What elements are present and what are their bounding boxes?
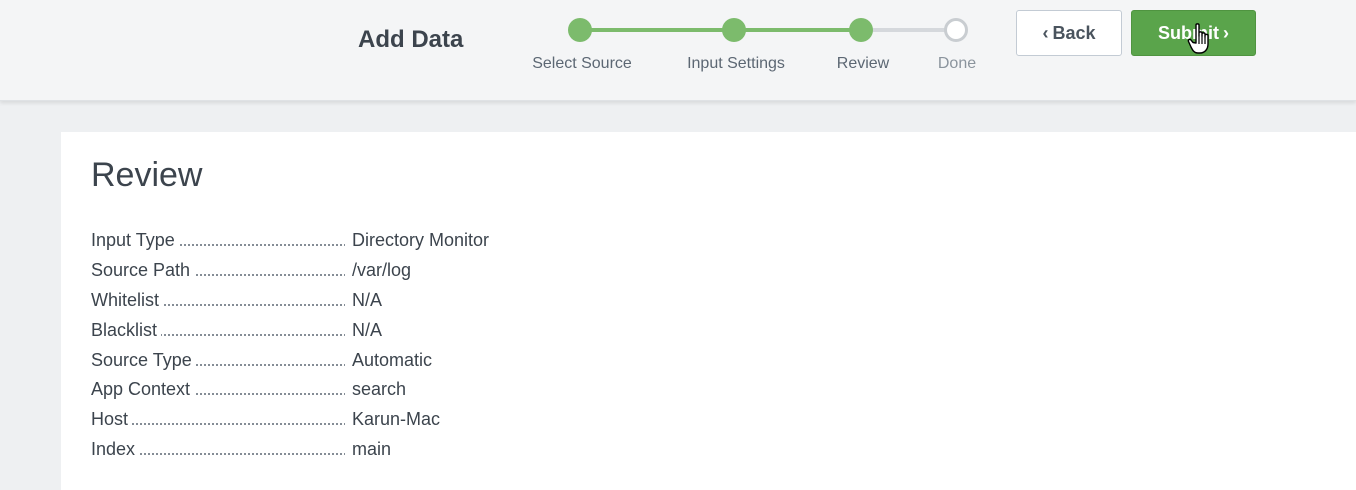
review-row-source-type: Source Type Automatic	[91, 348, 691, 378]
review-value: Directory Monitor	[352, 230, 490, 250]
review-value: N/A	[352, 319, 383, 340]
review-row-app-context: App Context search	[91, 377, 691, 407]
review-key: App Context	[91, 377, 347, 401]
step-indicator-select-source	[568, 18, 592, 42]
chevron-left-icon: ‹	[1042, 22, 1049, 43]
review-row-index: Index main	[91, 437, 691, 467]
review-value: Karun-Mac	[352, 409, 441, 430]
step-connector	[861, 28, 956, 32]
review-value: search	[352, 379, 407, 400]
review-row-source-path: Source Path /var/log	[91, 258, 691, 288]
review-panel: Review Input Type Directory Monitor Sour…	[61, 132, 1356, 490]
review-key: Source Type	[91, 348, 347, 372]
back-button-label: Back	[1052, 22, 1096, 43]
step-label: Select Source	[532, 55, 632, 72]
review-key: Source Path	[91, 258, 347, 282]
step-indicator-input-settings	[722, 18, 746, 42]
review-row-host: Host Karun-Mac	[91, 407, 691, 437]
review-key: Index	[91, 437, 347, 461]
step-label: Review	[836, 55, 890, 72]
back-button[interactable]: ‹ Back	[1016, 10, 1122, 56]
review-row-input-type: Input Type Directory Monitor	[91, 228, 691, 258]
step-connector	[580, 28, 734, 32]
chevron-right-icon: ›	[1223, 22, 1229, 43]
review-value: /var/log	[352, 259, 412, 280]
hand-pointer-icon	[1187, 23, 1209, 54]
review-key: Blacklist	[91, 318, 347, 342]
review-row-whitelist: Whitelist N/A	[91, 288, 691, 318]
step-label: Done	[937, 55, 977, 72]
review-value: main	[352, 439, 392, 460]
review-value: Automatic	[352, 349, 433, 370]
review-key: Whitelist	[91, 288, 347, 312]
review-key: Host	[91, 407, 347, 431]
step-indicator-done	[944, 18, 968, 42]
top-bar: Add Data Select Source Input Settings Re…	[0, 0, 1356, 101]
section-title: Review	[91, 156, 203, 194]
review-row-blacklist: Blacklist N/A	[91, 318, 691, 348]
review-key: Input Type	[91, 228, 347, 252]
step-indicator-review	[849, 18, 873, 42]
step-connector	[734, 28, 861, 32]
review-list: Input Type Directory Monitor Source Path…	[91, 228, 691, 467]
step-label: Input Settings	[687, 55, 785, 72]
review-value: N/A	[352, 289, 383, 310]
